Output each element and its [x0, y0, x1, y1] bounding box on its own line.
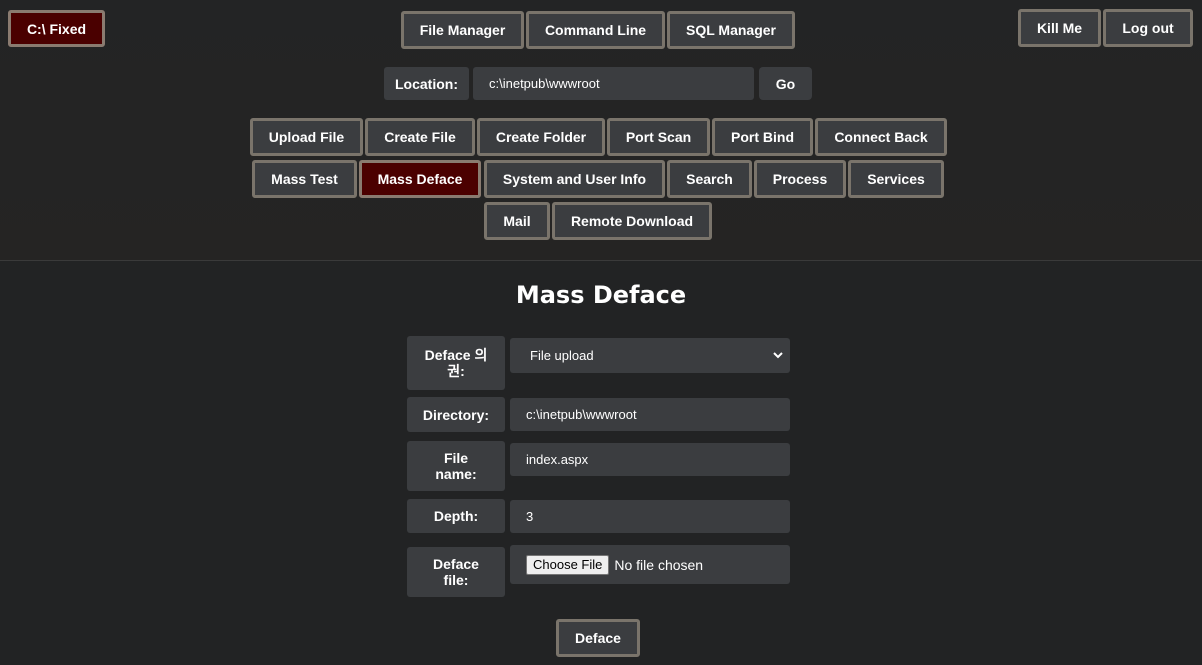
- deface-type-label-line2: 권:: [447, 363, 465, 379]
- directory-label: Directory:: [407, 397, 505, 432]
- location-label: Location:: [384, 67, 469, 100]
- file-name-label: File name:: [407, 441, 505, 491]
- deface-file-label-line1: Deface: [433, 556, 479, 572]
- port-bind-button[interactable]: Port Bind: [712, 118, 813, 156]
- deface-type-select[interactable]: File upload: [510, 338, 790, 373]
- file-name-input[interactable]: index.aspx: [510, 443, 790, 476]
- go-button[interactable]: Go: [759, 67, 812, 100]
- file-name-label-line2: name:: [435, 466, 477, 482]
- mass-test-button[interactable]: Mass Test: [252, 160, 357, 198]
- deface-file-label-line2: file:: [443, 572, 469, 588]
- file-name-label-line1: File: [443, 450, 469, 466]
- create-file-button[interactable]: Create File: [365, 118, 475, 156]
- system-user-info-button[interactable]: System and User Info: [484, 160, 665, 198]
- deface-type-value: File upload: [530, 348, 594, 363]
- page-title: Mass Deface: [515, 281, 687, 309]
- chevron-down-icon: [773, 352, 783, 359]
- upload-file-button[interactable]: Upload File: [250, 118, 363, 156]
- depth-label: Depth:: [407, 499, 505, 533]
- mass-deface-button[interactable]: Mass Deface: [359, 160, 481, 198]
- deface-file-input: Choose File No file chosen: [510, 545, 790, 584]
- depth-input[interactable]: 3: [510, 500, 790, 533]
- deface-type-label: Deface 의 권:: [407, 336, 505, 390]
- connect-back-button[interactable]: Connect Back: [815, 118, 947, 156]
- services-button[interactable]: Services: [848, 160, 944, 198]
- deface-submit-button[interactable]: Deface: [556, 619, 640, 657]
- file-status-text: No file chosen: [614, 556, 704, 573]
- sql-manager-button[interactable]: SQL Manager: [667, 11, 795, 49]
- drive-fixed-button[interactable]: C:\ Fixed: [8, 10, 105, 47]
- logout-button[interactable]: Log out: [1103, 9, 1193, 47]
- mail-button[interactable]: Mail: [484, 202, 550, 240]
- command-line-button[interactable]: Command Line: [526, 11, 665, 49]
- deface-type-label-line1: Deface 의: [424, 347, 488, 363]
- create-folder-button[interactable]: Create Folder: [477, 118, 605, 156]
- port-scan-button[interactable]: Port Scan: [607, 118, 710, 156]
- file-manager-button[interactable]: File Manager: [401, 11, 524, 49]
- location-input[interactable]: c:\inetpub\wwwroot: [473, 67, 754, 100]
- process-button[interactable]: Process: [754, 160, 846, 198]
- directory-input[interactable]: c:\inetpub\wwwroot: [510, 398, 790, 431]
- deface-file-label: Deface file:: [407, 547, 505, 597]
- kill-me-button[interactable]: Kill Me: [1018, 9, 1101, 47]
- search-button[interactable]: Search: [667, 160, 752, 198]
- choose-file-button[interactable]: Choose File: [526, 554, 610, 575]
- remote-download-button[interactable]: Remote Download: [552, 202, 712, 240]
